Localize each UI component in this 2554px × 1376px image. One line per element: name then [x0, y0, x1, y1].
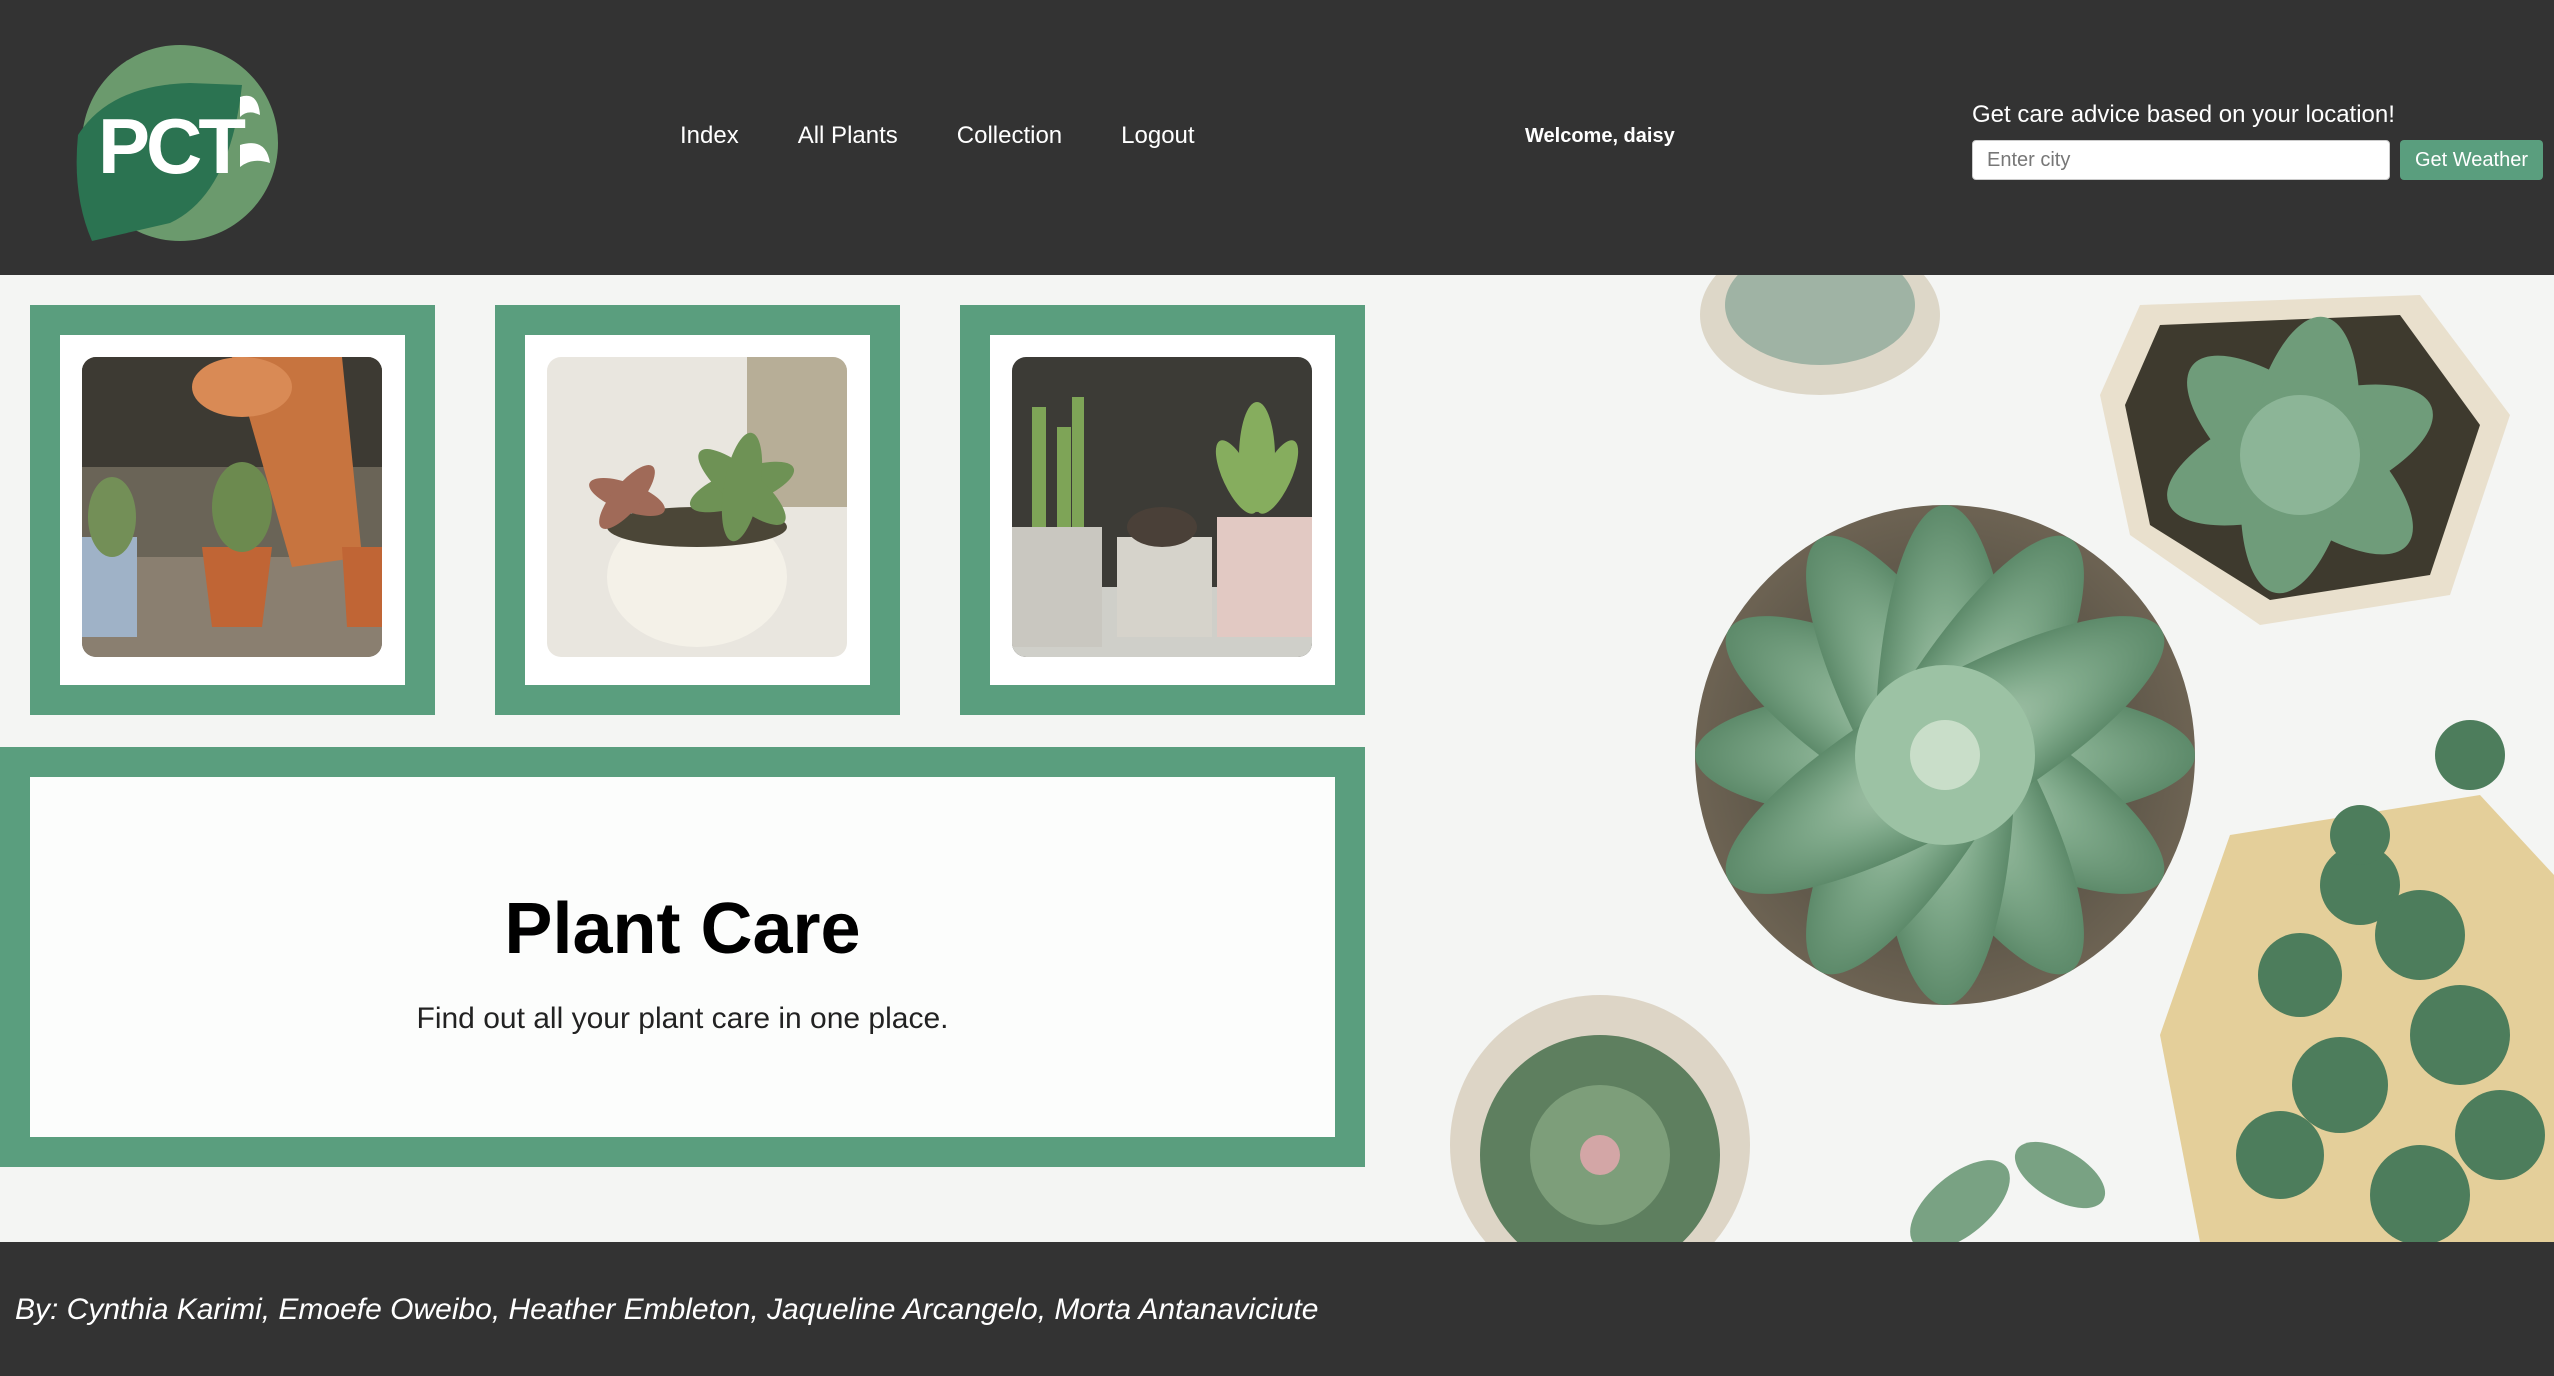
site-header: PCT Index All Plants Collection Logout W…	[0, 0, 2554, 275]
weather-widget: Get care advice based on your location! …	[1972, 100, 2547, 180]
pct-logo[interactable]: PCT	[70, 45, 285, 245]
main-nav: Index All Plants Collection Logout	[680, 118, 1254, 154]
hero-subtitle: Find out all your plant care in one plac…	[416, 1002, 949, 1035]
weather-form: Get Weather	[1972, 140, 2547, 180]
site-footer: By: Cynthia Karimi, Emoefe Oweibo, Heath…	[0, 1242, 2554, 1376]
gallery-card-frame	[60, 335, 405, 685]
succulent-trio-pots-photo	[1012, 357, 1312, 657]
gallery-card-frame	[525, 335, 870, 685]
gallery-card-2[interactable]	[495, 305, 900, 715]
gallery-card-1[interactable]	[30, 305, 435, 715]
gallery-card-frame	[990, 335, 1335, 685]
hero-title: Plant Care	[504, 889, 861, 969]
city-input[interactable]	[1972, 140, 2390, 180]
cactus-pots-photo	[82, 357, 382, 657]
nav-index-link[interactable]: Index	[680, 118, 739, 154]
nav-logout-link[interactable]: Logout	[1121, 118, 1194, 154]
nav-all-plants-link[interactable]: All Plants	[798, 118, 898, 154]
succulent-white-pot-photo	[547, 357, 847, 657]
logo-text: PCT	[98, 102, 245, 190]
hero-panel: Plant Care Find out all your plant care …	[0, 747, 1365, 1167]
nav-collection-link[interactable]: Collection	[957, 118, 1062, 154]
gallery-card-3[interactable]	[960, 305, 1365, 715]
weather-label: Get care advice based on your location!	[1972, 101, 2395, 128]
main-content: Plant Care Find out all your plant care …	[0, 275, 2554, 1242]
get-weather-button[interactable]: Get Weather	[2400, 140, 2543, 180]
footer-credits: By: Cynthia Karimi, Emoefe Oweibo, Heath…	[15, 1293, 1319, 1326]
hero-content: Plant Care Find out all your plant care …	[30, 777, 1335, 1137]
welcome-message: Welcome, daisy	[1525, 125, 1675, 147]
